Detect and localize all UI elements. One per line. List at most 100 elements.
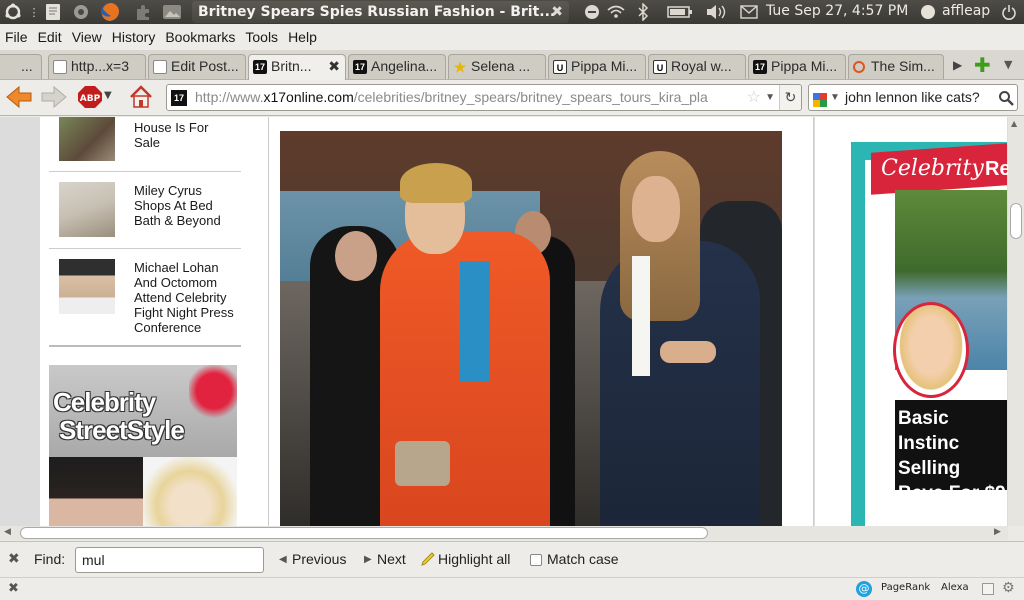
system-settings-icon[interactable]: [70, 2, 92, 22]
image-viewer-icon[interactable]: [160, 2, 184, 22]
photo-blue-top: [460, 261, 490, 381]
close-status-icon[interactable]: ✖: [8, 581, 19, 596]
news-headline[interactable]: Miley Cyrus Shops At Bed Bath & Beyond: [134, 183, 234, 228]
url-history-dropdown-icon[interactable]: ▼: [765, 85, 775, 110]
url-bar[interactable]: 17 http://www.x17online.com/celebrities/…: [166, 84, 802, 111]
pagerank-icon[interactable]: @: [856, 581, 872, 597]
scroll-right-arrow-icon[interactable]: ▶: [994, 527, 1001, 537]
resize-grip-icon[interactable]: ⚙: [1002, 580, 1015, 596]
panel-clock[interactable]: Tue Sep 27, 4:57 PM: [766, 3, 908, 19]
scroll-up-arrow-icon[interactable]: ▲: [1011, 119, 1017, 128]
panel-user-name[interactable]: affleap: [942, 3, 990, 19]
forward-arrow-icon[interactable]: [40, 84, 68, 114]
addon-bar-icon[interactable]: [982, 583, 994, 595]
previous-arrow-icon[interactable]: ◀: [279, 554, 287, 565]
new-tab-plus-icon[interactable]: ✚: [974, 53, 991, 77]
tab-8[interactable]: 17 Pippa Mi...: [748, 54, 846, 79]
user-status-icon[interactable]: [917, 2, 939, 22]
tab-9[interactable]: The Sim...: [848, 54, 944, 79]
sidebar-news-item[interactable]: House Is For Sale: [49, 117, 241, 172]
power-icon[interactable]: [998, 2, 1020, 22]
vertical-scroll-thumb[interactable]: [1010, 203, 1022, 239]
status-bar: ✖ @ PageRank Alexa ⚙: [0, 577, 1024, 600]
adblock-dropdown-icon[interactable]: ▼: [104, 90, 112, 101]
tab-1[interactable]: http...x=3: [48, 54, 146, 79]
find-previous-button[interactable]: Previous: [292, 551, 346, 567]
highlight-all-button[interactable]: Highlight all: [438, 551, 510, 567]
match-case-checkbox[interactable]: [530, 554, 542, 566]
search-engine-dropdown-icon[interactable]: ▼: [830, 85, 840, 110]
home-icon[interactable]: [128, 84, 154, 114]
menu-tools[interactable]: Tools: [245, 29, 278, 45]
tab-0[interactable]: ...: [0, 54, 42, 79]
adblock-icon[interactable]: ABP: [77, 85, 103, 109]
close-find-icon[interactable]: ✖: [8, 551, 20, 567]
back-arrow-icon[interactable]: [5, 84, 33, 114]
workspace-dots-icon[interactable]: ⋮: [28, 2, 40, 22]
tab-label: Angelina...: [371, 58, 438, 74]
real-estate-banner[interactable]: Celebrity Re Basic Instinc Selling Beve …: [851, 142, 1011, 526]
tab-2[interactable]: Edit Post...: [148, 54, 246, 79]
window-close-icon[interactable]: ✖: [551, 1, 563, 23]
volume-icon[interactable]: [704, 2, 728, 22]
x17-favicon-icon: 17: [353, 60, 367, 74]
battery-icon[interactable]: [666, 2, 694, 22]
highlight-pen-icon[interactable]: [420, 551, 436, 571]
pagerank-label[interactable]: PageRank: [881, 582, 930, 593]
alexa-label[interactable]: Alexa: [941, 582, 969, 593]
photo-face-woman: [632, 176, 680, 242]
tab-7[interactable]: U Royal w...: [648, 54, 746, 79]
puzzle-icon[interactable]: [132, 2, 154, 22]
tab-active[interactable]: 17 Britn... ✖: [248, 54, 346, 80]
photo-face-bg-1: [335, 231, 377, 281]
url-prefix: http://www.: [195, 89, 264, 105]
menu-help[interactable]: Help: [288, 29, 317, 45]
banner-celebrity-portrait: [893, 302, 969, 398]
celebrity-photo-left: [49, 457, 143, 526]
find-input[interactable]: mul: [75, 547, 264, 573]
firefox-icon[interactable]: [98, 2, 122, 22]
scroll-left-arrow-icon[interactable]: ◀: [4, 527, 11, 537]
news-thumbnail[interactable]: [59, 182, 115, 237]
tab-label: Selena ...: [471, 58, 531, 74]
tab-close-icon[interactable]: ✖: [328, 55, 340, 78]
horizontal-scrollbar[interactable]: ◀ ▶: [0, 526, 1008, 540]
news-thumbnail[interactable]: [59, 117, 115, 161]
google-icon[interactable]: [813, 90, 827, 107]
find-next-button[interactable]: Next: [377, 551, 406, 567]
news-headline[interactable]: House Is For Sale: [134, 120, 234, 150]
ubuntu-logo-icon[interactable]: [2, 2, 24, 22]
site-identity-icon[interactable]: 17: [171, 90, 187, 106]
find-bar: ✖ Find: mul ◀ Previous ▶ Next Highlight …: [0, 541, 1024, 577]
tab-scroll-right-icon[interactable]: ▶: [953, 58, 962, 72]
news-headline[interactable]: Michael Lohan And Octomom Attend Celebri…: [134, 260, 242, 335]
window-title[interactable]: Britney Spears Spies Russian Fashion - B…: [192, 1, 569, 23]
article-main-photo[interactable]: [280, 131, 782, 526]
horizontal-scroll-thumb[interactable]: [20, 527, 708, 539]
media-stop-icon[interactable]: [582, 2, 602, 22]
next-arrow-icon[interactable]: ▶: [364, 554, 372, 565]
sidebar-news-item[interactable]: Miley Cyrus Shops At Bed Bath & Beyond: [49, 172, 241, 249]
search-magnifier-icon[interactable]: [998, 89, 1014, 110]
wifi-icon[interactable]: [605, 2, 627, 22]
menu-view[interactable]: View: [72, 29, 102, 45]
vertical-scrollbar[interactable]: ▲: [1008, 117, 1024, 526]
text-editor-icon[interactable]: [42, 2, 64, 22]
news-thumbnail[interactable]: [59, 259, 115, 314]
tab-6[interactable]: U Pippa Mi...: [548, 54, 646, 79]
menu-history[interactable]: History: [112, 29, 156, 45]
bookmark-star-icon[interactable]: ☆: [742, 85, 761, 110]
menu-edit[interactable]: Edit: [38, 29, 62, 45]
reload-icon[interactable]: ↻: [779, 85, 801, 110]
streetstyle-banner[interactable]: Celebrity StreetStyle: [49, 365, 237, 526]
tab-4[interactable]: 17 Angelina...: [348, 54, 446, 79]
bluetooth-icon[interactable]: [634, 2, 652, 22]
tab-5[interactable]: ★ Selena ...: [448, 54, 546, 79]
tab-list-icon[interactable]: ▼: [1004, 58, 1012, 71]
match-case-label[interactable]: Match case: [547, 551, 619, 567]
mail-icon[interactable]: [738, 2, 760, 22]
menu-bookmarks[interactable]: Bookmarks: [165, 29, 235, 45]
menu-file[interactable]: File: [5, 29, 28, 45]
sidebar-news-item[interactable]: Michael Lohan And Octomom Attend Celebri…: [49, 249, 241, 347]
search-bar[interactable]: ▼ john lennon like cats?: [808, 84, 1018, 111]
